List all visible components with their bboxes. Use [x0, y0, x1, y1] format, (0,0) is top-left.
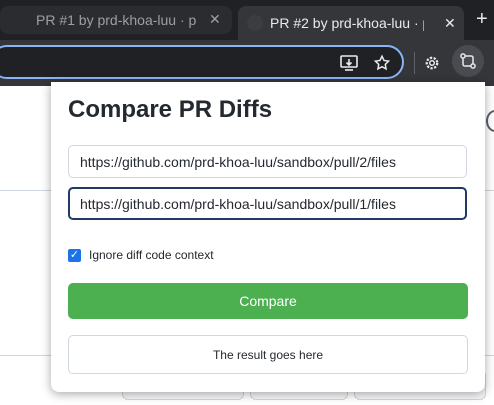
ignore-context-label: Ignore diff code context — [89, 248, 214, 262]
extension-gear-icon[interactable] — [421, 52, 443, 74]
install-app-icon[interactable] — [338, 52, 360, 74]
result-output: The result goes here — [68, 335, 468, 374]
close-icon[interactable]: ✕ — [444, 15, 456, 32]
ignore-context-checkbox[interactable]: ✓ — [68, 248, 81, 262]
tab-strip: PR #1 by prd-khoa-luu · prd-khoa-luu/san… — [0, 0, 494, 40]
pull-request-compare-icon[interactable] — [457, 50, 479, 72]
popup-title: Compare PR Diffs — [68, 96, 273, 123]
bookmark-star-icon[interactable] — [371, 52, 393, 74]
tab-pr-1-title: PR #1 by prd-khoa-luu · prd-khoa-luu/san… — [36, 12, 196, 28]
new-tab-button[interactable]: + — [476, 9, 488, 29]
tab-pr-2[interactable]: PR #2 by prd-khoa-luu · prd-khoa-luu/san… — [238, 6, 464, 40]
tab-pr-2-title: PR #2 by prd-khoa-luu · prd-khoa-luu/san… — [270, 15, 424, 31]
pr-url-input-1[interactable] — [68, 145, 467, 178]
browser-toolbar — [0, 40, 494, 86]
pr-url-input-2[interactable] — [68, 187, 467, 220]
tab-pr-1[interactable]: PR #1 by prd-khoa-luu · prd-khoa-luu/san… — [0, 6, 232, 34]
ignore-context-option[interactable]: ✓ Ignore diff code context — [68, 248, 214, 262]
github-icon — [247, 15, 263, 31]
toolbar-divider — [414, 52, 415, 74]
close-icon[interactable]: ✕ — [209, 11, 221, 28]
compare-pr-diffs-popup: Compare PR Diffs ✓ Ignore diff code cont… — [51, 82, 485, 392]
compare-button[interactable]: Compare — [68, 283, 468, 319]
